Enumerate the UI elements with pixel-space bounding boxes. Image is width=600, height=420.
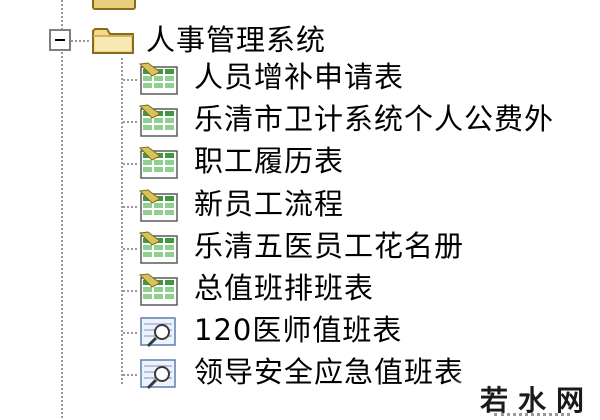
tree-branch-line [71, 40, 89, 42]
tree-branch-line [123, 121, 137, 123]
tree-node-label: 职工履历表 [194, 144, 345, 178]
tree-branch-line [123, 290, 137, 292]
tree-node-label: 乐清五医员工花名册 [194, 229, 465, 263]
report-icon [138, 231, 178, 264]
tree-branch-line [123, 332, 137, 334]
tree-branch-line [123, 374, 137, 376]
tree-node-label: 人事管理系统 [146, 23, 327, 57]
report-icon [138, 189, 178, 222]
report-icon [138, 62, 178, 95]
tree-node-label: 人员增补申请表 [194, 60, 405, 94]
tree-branch-line [123, 79, 137, 81]
tree-branch-line [123, 248, 137, 250]
tree-guide-line [61, 0, 63, 418]
collapse-toggle[interactable] [49, 29, 71, 51]
watermark: 若水网 [470, 377, 600, 418]
query-icon [140, 359, 176, 390]
folder-icon [92, 28, 134, 54]
tree-node-label: 乐清市卫计系统个人公费外 [194, 102, 555, 136]
watermark-decoration [494, 413, 570, 420]
tree-node-label: 总值班排班表 [194, 271, 375, 305]
report-icon [138, 104, 178, 137]
tree-branch-line [123, 163, 137, 165]
folder-icon [92, 0, 136, 10]
minus-icon [55, 39, 65, 41]
tree-view: 人事管理系统 人员增补申请表乐清市卫计系统个人公费外 职工履历表新员工流程乐清五医… [0, 0, 600, 418]
tree-node-label: 120医师值班表 [194, 313, 403, 347]
tree-node-label: 新员工流程 [194, 187, 345, 221]
query-icon [140, 317, 176, 348]
tree-node-label: 领导安全应急值班表 [194, 355, 465, 389]
report-icon [138, 273, 178, 306]
report-icon [138, 146, 178, 179]
tree-branch-line [123, 206, 137, 208]
tree-node-partial[interactable] [92, 0, 252, 10]
tree-guide-line [121, 58, 123, 384]
